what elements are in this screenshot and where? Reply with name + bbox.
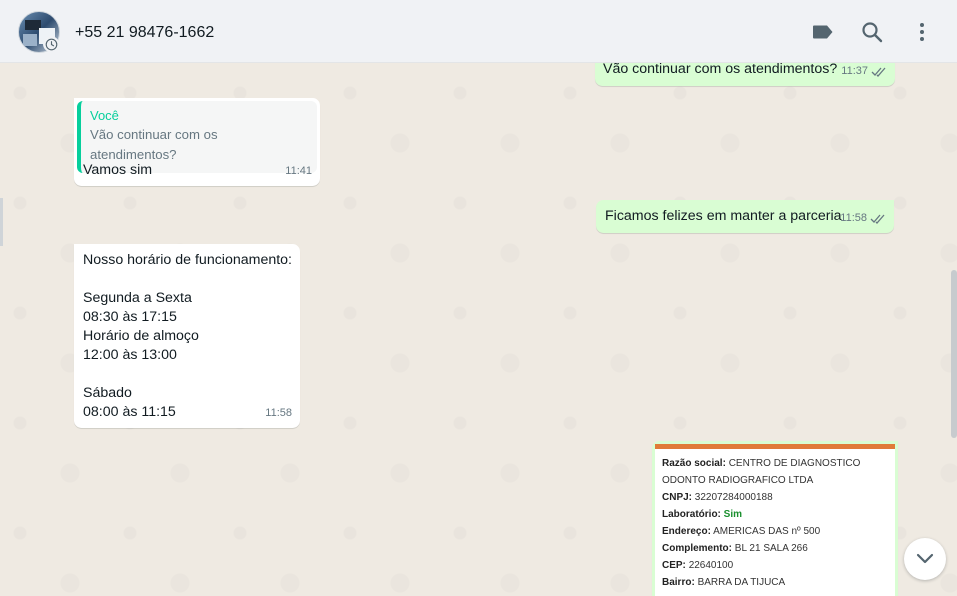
message-text: Vão continuar com os atendimentos? xyxy=(603,63,838,77)
message-bubble-in[interactable]: Você Vão continuar com os atendimentos? … xyxy=(74,98,320,186)
message-meta: 11:37 xyxy=(841,63,887,81)
message-time: 11:58 xyxy=(840,212,867,224)
card-row-complemento: Complemento: BL 21 SALA 266 xyxy=(662,543,808,554)
message-text: Nosso horário de funcionamento: Segunda … xyxy=(83,252,292,420)
menu-icon[interactable] xyxy=(910,20,934,44)
company-info-card: Razão social: CENTRO DE DIAGNOSTICO ODON… xyxy=(655,444,895,596)
message-time: 11:37 xyxy=(841,65,868,77)
chat-area[interactable]: Vão continuar com os atendimentos? 11:37… xyxy=(0,63,957,596)
chevron-down-icon xyxy=(916,553,934,564)
message-time: 11:41 xyxy=(285,165,312,177)
message-bubble-in[interactable]: Nosso horário de funcionamento: Segunda … xyxy=(74,244,300,428)
message-meta: 11:58 xyxy=(265,404,292,423)
message-meta: 11:41 xyxy=(285,162,312,181)
search-icon[interactable] xyxy=(860,20,884,44)
clock-icon xyxy=(43,36,59,52)
message-bubble-out[interactable]: Ficamos felizes em manter a parceria 11:… xyxy=(596,200,894,233)
quoted-text: Vão continuar com os atendimentos? xyxy=(90,127,218,162)
message-text: Vamos sim xyxy=(83,162,153,178)
chat-scrollbar[interactable] xyxy=(951,270,957,438)
image-message[interactable]: Razão social: CENTRO DE DIAGNOSTICO ODON… xyxy=(652,441,898,596)
card-row-cep: CEP: 22640100 xyxy=(662,560,734,571)
card-row-razao: Razão social: CENTRO DE DIAGNOSTICO ODON… xyxy=(662,458,861,486)
message-time: 11:58 xyxy=(265,407,292,419)
label-icon[interactable] xyxy=(811,20,835,44)
contact-name[interactable]: +55 21 98476-1662 xyxy=(75,24,214,42)
message-bubble-out[interactable]: Vão continuar com os atendimentos? 11:37 xyxy=(595,63,895,86)
scroll-edge xyxy=(0,198,3,246)
quoted-author: Você xyxy=(90,108,119,123)
card-row-laboratorio: Laboratório: Sim xyxy=(662,509,743,520)
message-text: Ficamos felizes em manter a parceria xyxy=(605,208,842,224)
card-row-cnpj: CNPJ: 32207284000188 xyxy=(662,492,773,503)
card-row-endereco: Endereço: AMERICAS DAS nº 500 xyxy=(662,526,821,537)
read-ticks-icon xyxy=(870,214,885,224)
scroll-down-button[interactable] xyxy=(904,538,946,580)
message-meta: 11:58 xyxy=(840,209,886,228)
chat-header: +55 21 98476-1662 xyxy=(0,0,957,63)
card-row-bairro: Bairro: BARRA DA TIJUCA xyxy=(662,577,786,588)
read-ticks-icon xyxy=(871,67,886,77)
